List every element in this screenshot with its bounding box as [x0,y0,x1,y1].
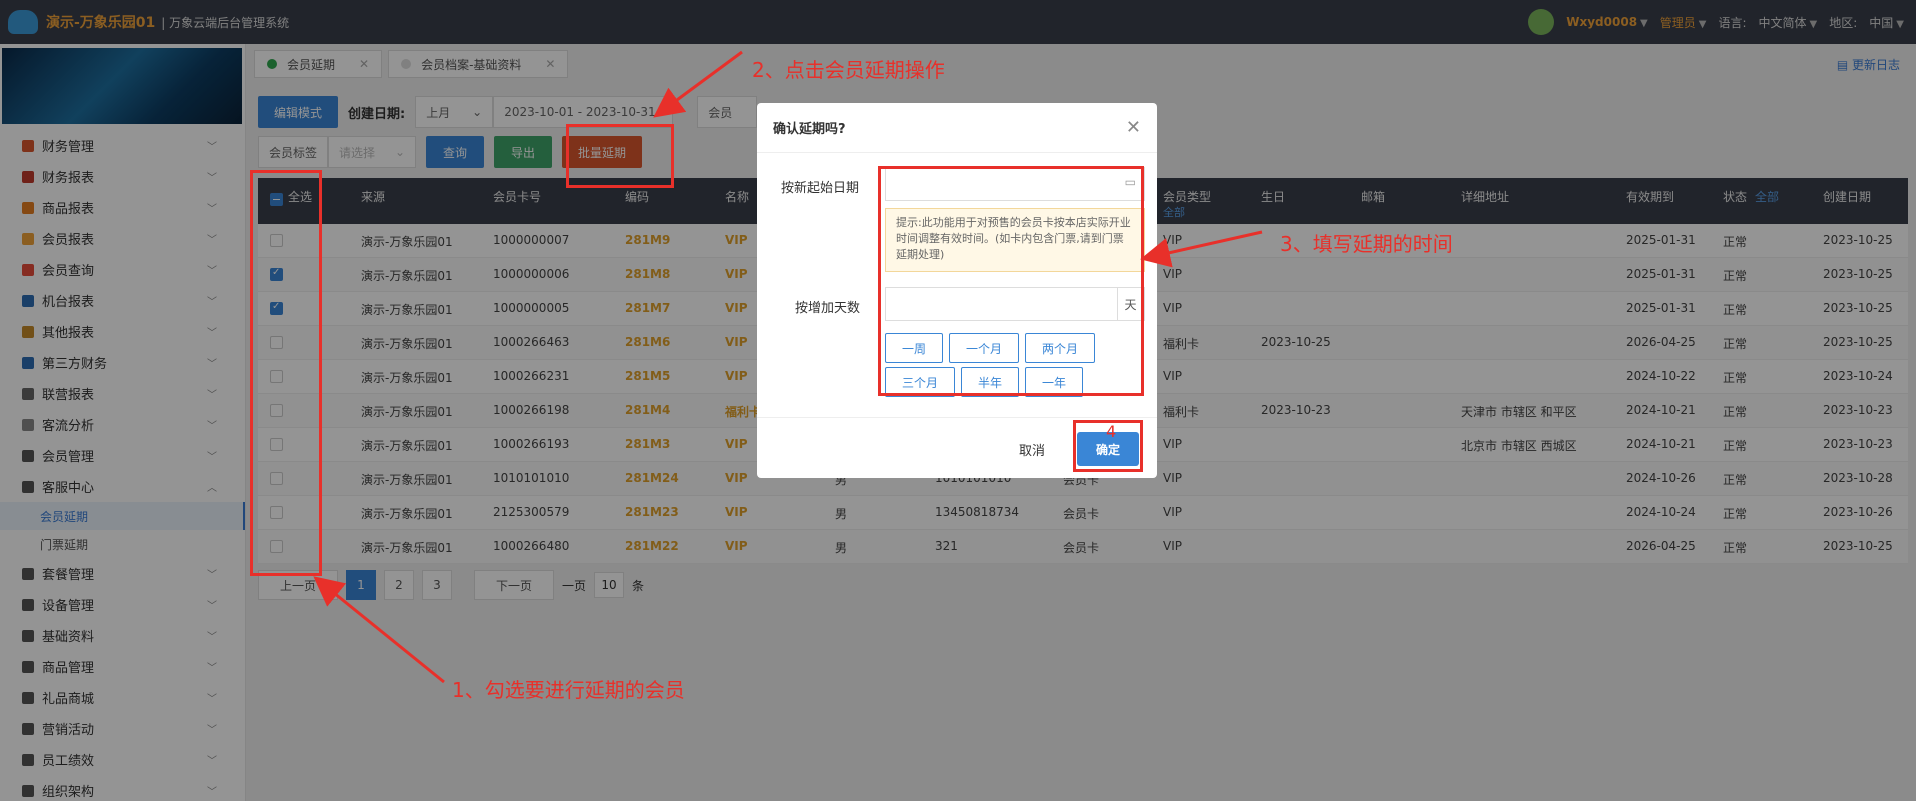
annotation-box-checkboxes [250,170,322,576]
new-start-date-label: 按新起始日期 [781,181,860,196]
annotation-step2: 2、点击会员延期操作 [752,58,945,82]
add-days-label: 按增加天数 [795,301,861,316]
annotation-box-batch-extend [566,124,674,188]
annotation-box-extend-time [878,166,1144,396]
annotation-step3: 3、填写延期的时间 [1280,232,1453,256]
cancel-button[interactable]: 取消 [1019,440,1045,459]
close-icon[interactable]: ✕ [1126,117,1141,138]
annotation-step1: 1、勾选要进行延期的会员 [452,678,685,702]
dialog-title: 确认延期吗? [757,103,1157,153]
annotation-step4: 4 [1106,422,1117,441]
